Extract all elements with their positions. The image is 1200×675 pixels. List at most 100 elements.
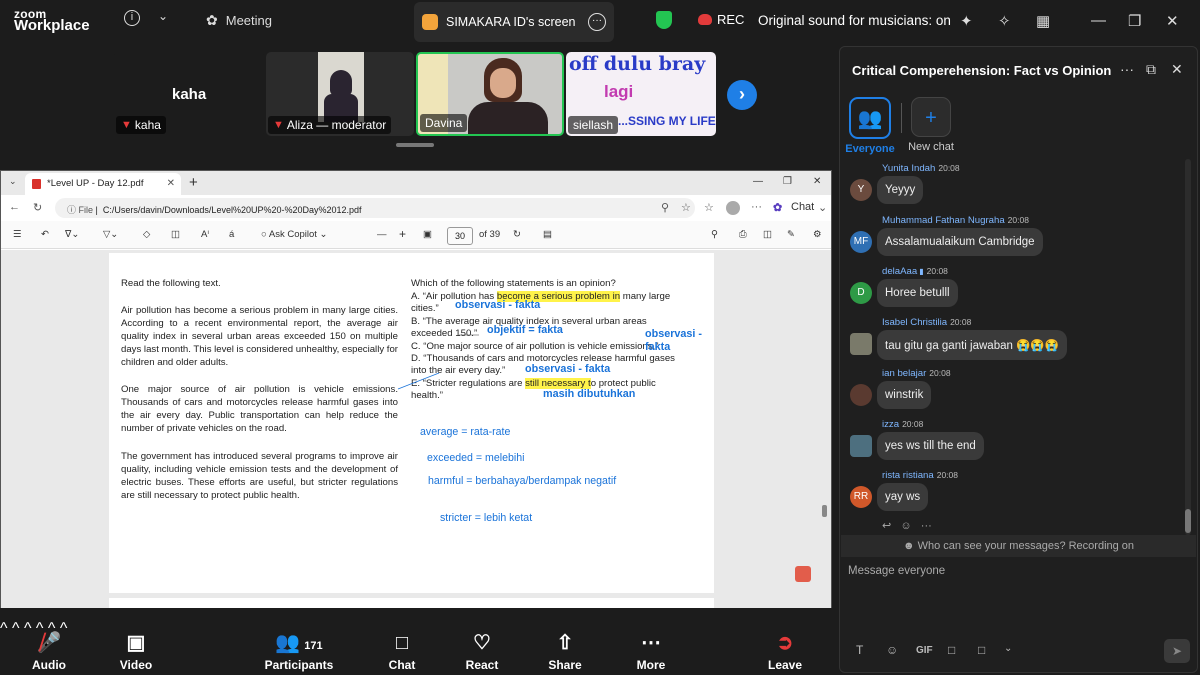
translate-icon[interactable]: á [229,229,234,240]
next-page-icon[interactable]: › [727,80,757,110]
apps-grid-icon[interactable]: ▦ [1036,12,1050,30]
close-window-icon[interactable]: ✕ [813,176,821,187]
restore-window-icon[interactable]: ❐ [1128,12,1141,30]
message-actions: ↩ ☺ ··· [882,519,932,532]
chat-messages[interactable]: Y Yunita Indah 20:08 Yeyyy MF Muhammad Fa… [840,161,1185,533]
ask-copilot-button[interactable]: ○ Ask Copilot ⌄ [261,229,328,240]
plus-icon: + [911,97,951,137]
refresh-icon[interactable]: ↻ [33,201,42,214]
share-app-icon [422,14,438,30]
page-view-icon[interactable]: ▤ [543,229,552,240]
adobe-acrobat-icon[interactable] [795,566,811,582]
gif-icon[interactable]: GIF [916,645,933,656]
react-button[interactable]: ♡ React [442,620,522,672]
copilot-chat-button[interactable]: Chat [791,201,814,213]
minimize-icon[interactable]: — [1091,12,1106,29]
cloud-record-icon [698,14,712,25]
reply-icon[interactable]: ↩ [882,520,891,532]
message-input[interactable]: Message everyone [848,565,945,577]
search-icon[interactable]: ⚲ [661,201,669,214]
emoji-icon[interactable]: ☺ [886,643,898,657]
undo-icon[interactable]: ↶ [41,229,49,240]
tab-list-icon[interactable]: ⌄ [9,176,17,187]
highlight-icon[interactable]: ∇⌄ [65,229,79,240]
pdf-scrollbar[interactable] [819,250,829,608]
meeting-menu[interactable]: ✿ Meeting [206,12,272,29]
profile-avatar[interactable] [726,201,740,215]
video-tile[interactable]: ▼ Aliza — moderator [266,52,414,136]
fit-page-icon[interactable]: ▣ [423,229,432,240]
avatar [850,333,872,355]
filter-icon[interactable]: ▽⌄ [103,229,118,240]
copilot-icon[interactable]: ✿ [773,201,782,214]
tab-bar: ⌄ *Level UP - Day 12.pdf ✕ + — ❐ ✕ [1,171,831,195]
video-strip: kaha ▼ kaha ▼ Aliza — moderator Davina off… [0,52,834,138]
chat-button[interactable]: □ Chat [362,620,442,672]
rotate-icon[interactable]: ↻ [513,229,521,240]
back-icon[interactable]: ← [9,201,20,213]
read-aloud-icon[interactable]: Aⁱ [201,229,209,240]
resize-handle[interactable] [396,143,434,147]
video-tile-active-speaker[interactable]: Davina [416,52,564,136]
share-button[interactable]: ⇧ Share [525,620,605,672]
info-icon[interactable]: i [124,10,140,26]
zoom-out-icon[interactable]: — [377,229,387,240]
popout-icon[interactable]: ⧉ [1146,61,1156,78]
restore-window-icon[interactable]: ❐ [783,176,792,187]
security-shield-icon[interactable] [656,11,672,29]
video-button[interactable]: ▣ Video [96,620,176,672]
video-tile[interactable]: off dulu bray lagi ...SSING MY LIFE siel… [566,52,716,136]
save-icon[interactable]: ◫ [763,229,772,240]
close-icon[interactable]: ✕ [1171,61,1183,78]
chevron-down-icon[interactable]: ⌄ [1004,643,1012,654]
address-bar[interactable]: ⓘ File | C:/Users/davin/Downloads/Level%… [55,198,695,218]
contents-icon[interactable]: ☰ [13,229,22,240]
more-options-icon[interactable]: ··· [588,13,606,31]
zoom-logo: zoom Workplace [14,7,90,34]
close-tab-icon[interactable]: ✕ [167,178,175,189]
screen-share-indicator[interactable]: SIMAKARA ID's screen ··· [414,2,614,42]
settings-icon[interactable]: ⚙ [813,229,822,240]
send-button[interactable]: ➤ [1164,639,1190,663]
audio-button[interactable]: 🎤 ⧸ Audio [9,620,89,672]
audio-options-caret[interactable]: ^ [0,620,8,637]
pdf-viewer[interactable]: Read the following text. Air pollution h… [1,250,831,608]
leave-button[interactable]: ➲ Leave [745,620,825,672]
tab-new-chat[interactable]: + New chat [901,97,961,153]
text-format-icon[interactable]: T [856,643,863,657]
page-number-input[interactable]: 30 [447,227,473,245]
minimize-icon[interactable]: — [753,176,763,187]
screenshot-icon[interactable]: □ [978,643,985,657]
save-as-icon[interactable]: ✎ [787,229,795,240]
print-icon[interactable]: ⎙ [739,229,747,240]
ai-companion-icon[interactable]: ✧ [998,12,1011,30]
new-tab-icon[interactable]: + [189,174,198,191]
participants-button[interactable]: 👥 171 Participants [259,620,339,672]
favorite-star-icon[interactable]: ☆ [681,201,691,214]
close-window-icon[interactable]: ✕ [1166,12,1179,30]
chat-visibility-notice[interactable]: ☻ Who can see your messages? Recording o… [841,535,1196,557]
search-icon[interactable]: ⚲ [711,229,718,240]
tab-everyone[interactable]: 👥 Everyone [840,97,900,155]
more-icon[interactable]: ··· [1120,61,1134,77]
favorites-icon[interactable]: ☆ [704,201,714,214]
mic-muted-icon: ▼ [121,119,132,131]
more-icon[interactable]: ··· [921,520,932,532]
recording-indicator[interactable]: REC [698,12,744,27]
video-tile[interactable]: kaha ▼ kaha [114,52,264,136]
eraser-icon[interactable]: ◇ [143,229,150,240]
video-off-icon: ▣ [126,632,146,654]
tab-pdf[interactable]: *Level UP - Day 12.pdf ✕ [25,173,181,195]
split-view-icon[interactable]: ◫ [171,229,180,240]
more-icon: ⋯ [641,632,661,654]
chevron-down-icon[interactable]: ⌄ [158,9,168,23]
emoji-react-icon[interactable]: ☺ [900,520,911,532]
magic-wand-icon[interactable]: ✦ [960,12,973,30]
file-icon[interactable]: □ [948,643,955,657]
zoom-in-icon[interactable]: + [399,227,406,241]
more-icon[interactable]: ··· [751,201,762,213]
chevron-down-icon[interactable]: ⌄ [818,201,827,214]
more-button[interactable]: ⋯ More [611,620,691,672]
original-sound-status[interactable]: Original sound for musicians: on [758,13,951,28]
chat-scrollbar[interactable] [1185,159,1191,535]
